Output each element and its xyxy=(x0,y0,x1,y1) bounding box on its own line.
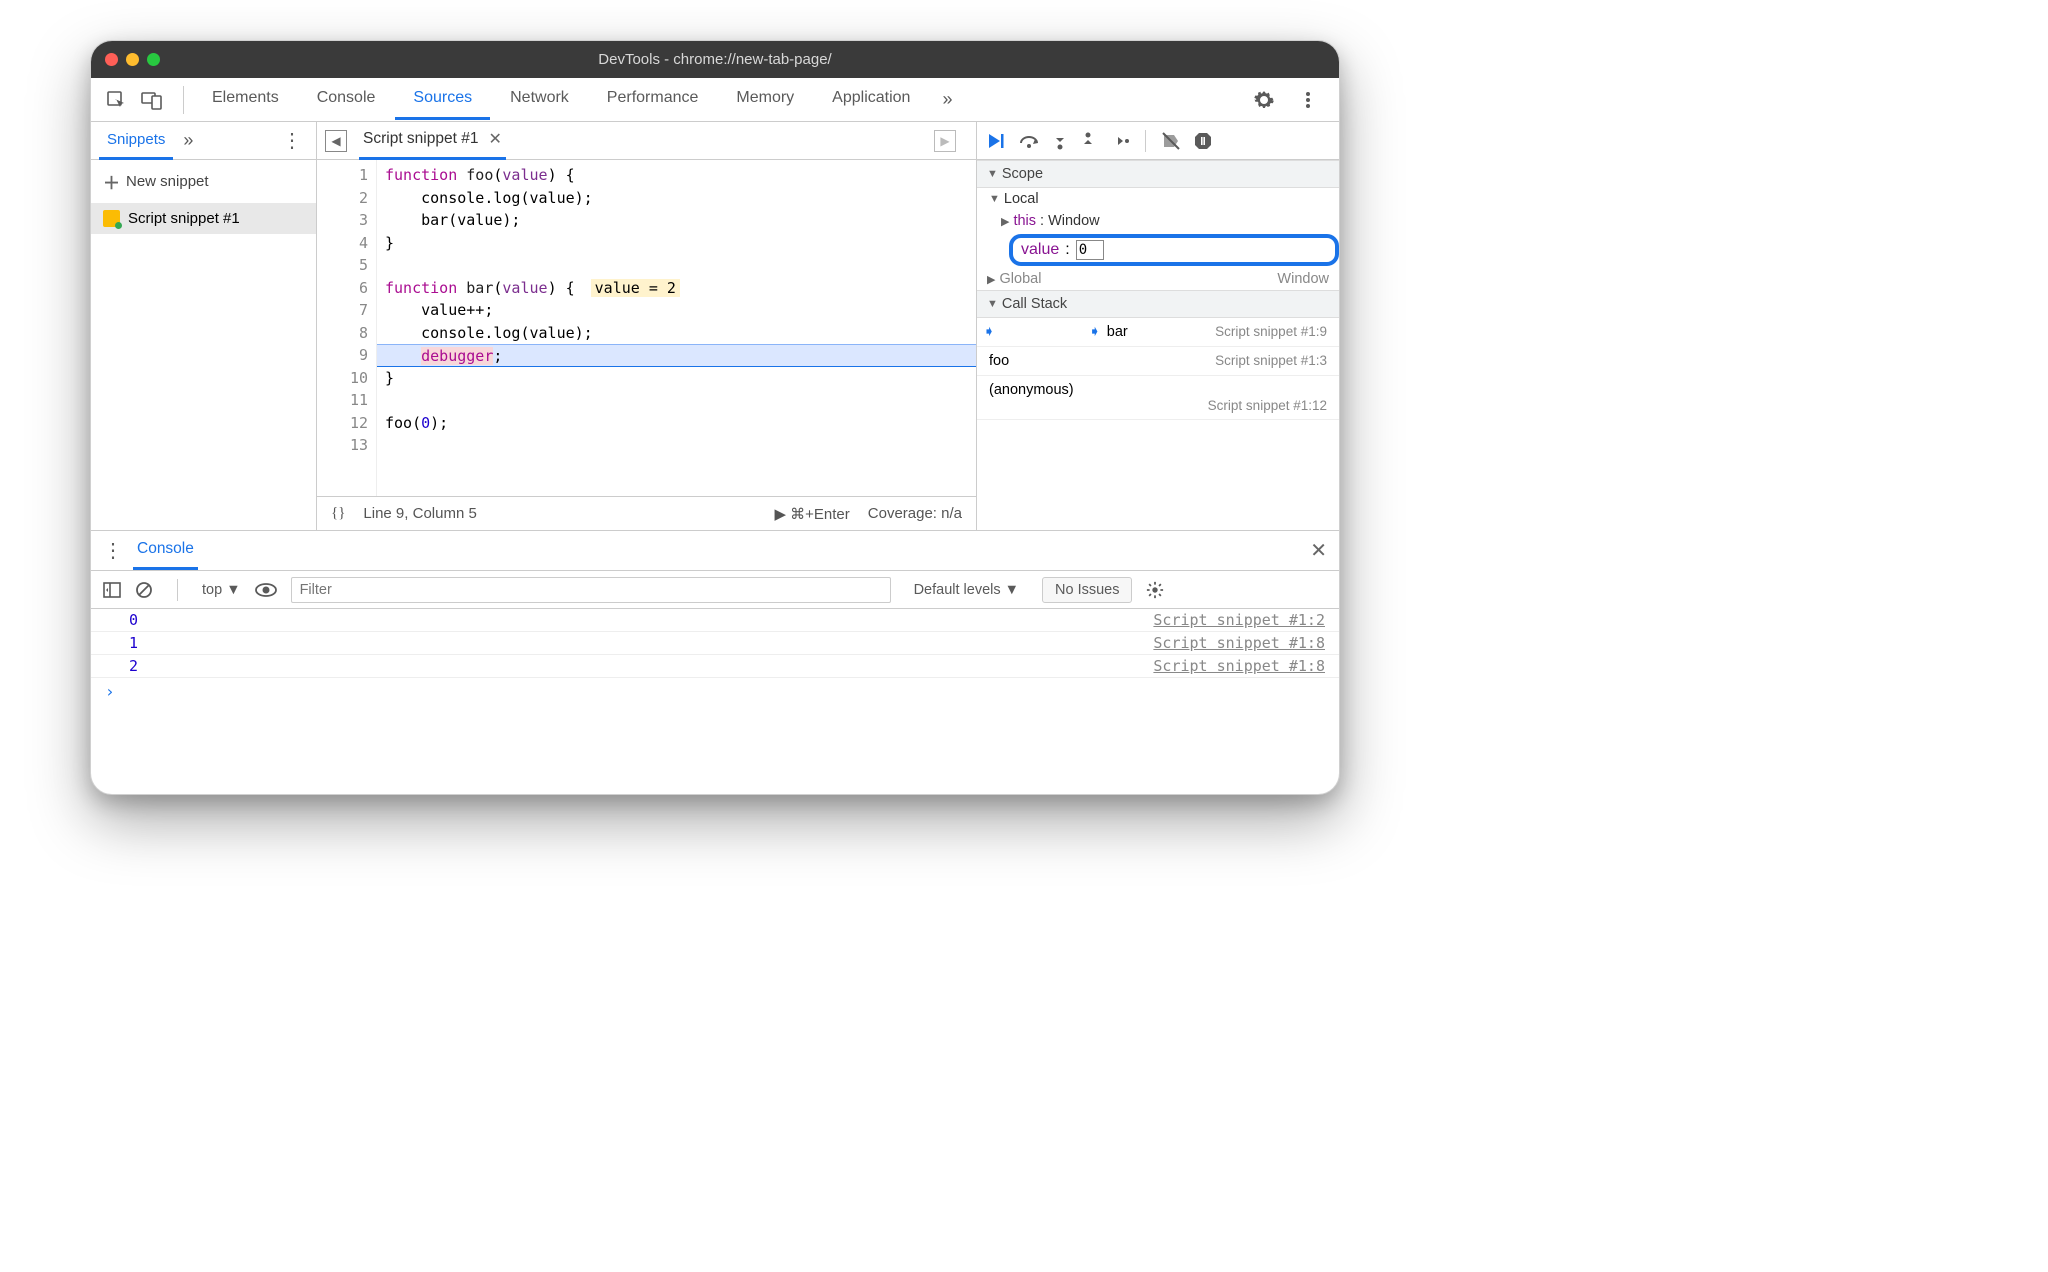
line-gutter: 12345678910111213 xyxy=(317,160,377,496)
editor-pane: ◀ Script snippet #1 ✕ ▶ 1234567891011121… xyxy=(317,122,977,530)
navigator-more-tabs-icon[interactable]: » xyxy=(183,130,193,151)
new-snippet-button[interactable]: ＋ New snippet xyxy=(91,160,316,203)
snippet-item-label: Script snippet #1 xyxy=(128,210,240,227)
tab-memory[interactable]: Memory xyxy=(718,79,812,120)
clear-console-icon[interactable] xyxy=(135,581,153,599)
log-source-link[interactable]: Script snippet #1:2 xyxy=(1153,611,1325,629)
tab-application[interactable]: Application xyxy=(814,79,928,120)
tab-elements[interactable]: Elements xyxy=(194,79,297,120)
triangle-right-icon: ▶ xyxy=(987,274,995,286)
run-snippet-button[interactable]: ▶ ⌘+Enter xyxy=(774,505,849,523)
pretty-print-icon[interactable]: {} xyxy=(331,505,345,522)
divider xyxy=(183,86,184,114)
scope-section-header[interactable]: ▼ Scope xyxy=(977,160,1339,188)
code-editor[interactable]: 12345678910111213 function foo(value) { … xyxy=(317,160,976,496)
console-settings-icon[interactable] xyxy=(1146,581,1164,599)
coverage-status: Coverage: n/a xyxy=(868,505,962,522)
tab-sources[interactable]: Sources xyxy=(395,79,490,120)
live-expression-icon[interactable] xyxy=(255,583,277,597)
window-title: DevTools - chrome://new-tab-page/ xyxy=(91,51,1339,68)
console-log-list: 0Script snippet #1:21Script snippet #1:8… xyxy=(91,609,1339,678)
console-drawer: ⋮ Console ✕ top ▼ Default levels ▼ No Is… xyxy=(91,530,1339,705)
tab-console[interactable]: Console xyxy=(299,79,394,120)
console-filter-input[interactable] xyxy=(291,577,891,603)
editor-tab-label: Script snippet #1 xyxy=(363,130,478,148)
console-log-row[interactable]: 0Script snippet #1:2 xyxy=(91,609,1339,632)
devtools-window: DevTools - chrome://new-tab-page/ Elemen… xyxy=(90,40,1340,795)
triangle-down-icon: ▼ xyxy=(989,193,1000,205)
scope-value-input[interactable] xyxy=(1076,240,1104,260)
tab-network[interactable]: Network xyxy=(492,79,587,120)
context-selector[interactable]: top ▼ xyxy=(202,582,241,598)
cursor-position: Line 9, Column 5 xyxy=(363,505,476,522)
log-source-link[interactable]: Script snippet #1:8 xyxy=(1153,634,1325,652)
main-toolbar: Elements Console Sources Network Perform… xyxy=(91,78,1339,122)
snippet-file-icon xyxy=(103,210,120,227)
call-stack-frame[interactable]: ➧barScript snippet #1:9 xyxy=(977,318,1339,347)
triangle-down-icon: ▼ xyxy=(987,168,998,180)
drawer-menu-icon[interactable]: ⋮ xyxy=(103,538,123,563)
call-stack-frame[interactable]: fooScript snippet #1:3 xyxy=(977,347,1339,376)
navigator-menu-icon[interactable]: ⋮ xyxy=(276,128,308,153)
drawer-tabs: ⋮ Console ✕ xyxy=(91,531,1339,571)
step-out-icon[interactable] xyxy=(1081,132,1095,150)
settings-icon[interactable] xyxy=(1249,85,1279,115)
debugger-toolbar xyxy=(977,122,1339,160)
triangle-right-icon: ▶ xyxy=(1001,215,1009,228)
snippet-item[interactable]: Script snippet #1 xyxy=(91,203,316,234)
no-issues-button[interactable]: No Issues xyxy=(1042,577,1132,603)
call-stack-list: ➧barScript snippet #1:9fooScript snippet… xyxy=(977,318,1339,420)
console-prompt[interactable]: › xyxy=(91,678,1339,705)
editor-run-icon[interactable]: ▶ xyxy=(934,130,956,152)
debugger-pane: ▼ Scope ▼ Local ▶ this: Window value: ▶ … xyxy=(977,122,1339,530)
scope-this-row[interactable]: ▶ this: Window xyxy=(977,210,1339,232)
inspect-element-icon[interactable] xyxy=(101,85,131,115)
deactivate-breakpoints-icon[interactable] xyxy=(1162,132,1180,150)
editor-status-bar: {} Line 9, Column 5 ▶ ⌘+Enter Coverage: … xyxy=(317,496,976,530)
console-toolbar: top ▼ Default levels ▼ No Issues xyxy=(91,571,1339,609)
navigator-tabs: Snippets » ⋮ xyxy=(91,122,316,160)
console-sidebar-toggle-icon[interactable] xyxy=(103,582,121,598)
device-toggle-icon[interactable] xyxy=(137,85,167,115)
scope-value-row-editing[interactable]: value: xyxy=(1009,234,1339,266)
navigator-tab-snippets[interactable]: Snippets xyxy=(99,122,173,160)
triangle-down-icon: ▼ xyxy=(987,298,998,310)
titlebar: DevTools - chrome://new-tab-page/ xyxy=(91,41,1339,78)
call-stack-section-header[interactable]: ▼ Call Stack xyxy=(977,290,1339,318)
more-tabs-icon[interactable]: » xyxy=(930,79,964,120)
log-source-link[interactable]: Script snippet #1:8 xyxy=(1153,657,1325,675)
drawer-tab-console[interactable]: Console xyxy=(133,531,198,570)
close-drawer-icon[interactable]: ✕ xyxy=(1310,538,1327,563)
step-icon[interactable] xyxy=(1109,134,1129,148)
scope-global-row[interactable]: ▶ Global Window xyxy=(977,268,1339,290)
log-levels-selector[interactable]: Default levels ▼ xyxy=(905,577,1028,603)
sources-panel: Snippets » ⋮ ＋ New snippet Script snippe… xyxy=(91,122,1339,530)
scope-local-header[interactable]: ▼ Local xyxy=(977,188,1339,210)
editor-tabs: ◀ Script snippet #1 ✕ ▶ xyxy=(317,122,976,160)
kebab-menu-icon[interactable] xyxy=(1293,85,1323,115)
step-into-icon[interactable] xyxy=(1053,132,1067,150)
pause-exceptions-icon[interactable] xyxy=(1194,132,1212,150)
close-tab-icon[interactable]: ✕ xyxy=(488,129,501,149)
panel-tabs: Elements Console Sources Network Perform… xyxy=(194,79,1249,120)
code-content[interactable]: function foo(value) { console.log(value)… xyxy=(377,160,976,496)
navigator-pane: Snippets » ⋮ ＋ New snippet Script snippe… xyxy=(91,122,317,530)
step-over-icon[interactable] xyxy=(1019,133,1039,149)
editor-tab[interactable]: Script snippet #1 ✕ xyxy=(359,121,506,160)
console-log-row[interactable]: 2Script snippet #1:8 xyxy=(91,655,1339,678)
console-log-row[interactable]: 1Script snippet #1:8 xyxy=(91,632,1339,655)
editor-history-back-icon[interactable]: ◀ xyxy=(325,130,347,152)
resume-icon[interactable] xyxy=(987,132,1005,150)
new-snippet-label: New snippet xyxy=(126,173,209,190)
plus-icon: ＋ xyxy=(103,169,120,194)
tab-performance[interactable]: Performance xyxy=(589,79,717,120)
call-stack-frame[interactable]: (anonymous)Script snippet #1:12 xyxy=(977,376,1339,420)
